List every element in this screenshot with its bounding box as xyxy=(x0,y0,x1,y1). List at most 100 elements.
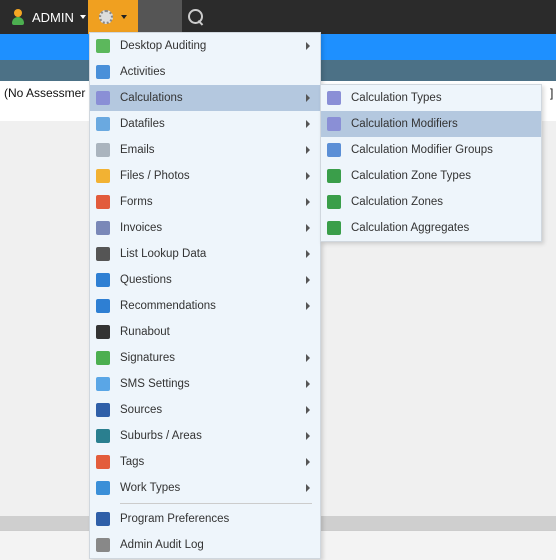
check-circle-icon xyxy=(96,39,110,53)
menu-item-label: Forms xyxy=(120,196,153,208)
chevron-right-icon xyxy=(306,354,310,362)
chevron-right-icon xyxy=(306,146,310,154)
hierarchy-icon xyxy=(96,481,110,495)
menu-item-label: Program Preferences xyxy=(120,513,230,525)
toolbar-spacer xyxy=(138,0,182,34)
submenu-item-label: Calculation Zone Types xyxy=(351,170,471,182)
settings-icon xyxy=(96,512,110,526)
search-icon[interactable] xyxy=(186,7,206,27)
chevron-right-icon xyxy=(306,484,310,492)
submenu-item-label: Calculation Modifier Groups xyxy=(351,144,493,156)
menu-item-calculations[interactable]: Calculations xyxy=(90,85,320,111)
menu-item-label: Signatures xyxy=(120,352,175,364)
menu-item-tags[interactable]: Tags xyxy=(90,449,320,475)
chat-icon xyxy=(96,377,110,391)
pin-icon xyxy=(96,429,110,443)
chevron-right-icon xyxy=(306,42,310,50)
top-toolbar: ADMIN xyxy=(0,0,556,34)
gear-icon xyxy=(96,247,110,261)
calculator-icon xyxy=(327,91,341,105)
folder-icon xyxy=(96,169,110,183)
chevron-right-icon xyxy=(306,458,310,466)
submenu-item-calculation-zone-types[interactable]: Calculation Zone Types xyxy=(321,163,541,189)
calculator-icon xyxy=(96,91,110,105)
submenu-item-label: Calculation Types xyxy=(351,92,442,104)
menu-item-label: Sources xyxy=(120,404,163,416)
chevron-right-icon xyxy=(306,250,310,258)
menu-item-label: Runabout xyxy=(120,326,170,338)
menu-item-runabout[interactable]: Runabout xyxy=(90,319,320,345)
menu-item-invoices[interactable]: Invoices xyxy=(90,215,320,241)
calculator-icon xyxy=(327,117,341,131)
admin-menu-button[interactable]: ADMIN xyxy=(0,0,88,34)
globe-icon xyxy=(327,195,341,209)
submenu-item-calculation-modifiers[interactable]: Calculation Modifiers xyxy=(321,111,541,137)
calculations-submenu: Calculation Types Calculation Modifiers Ca… xyxy=(320,84,542,242)
menu-item-label: Files / Photos xyxy=(120,170,190,182)
menu-item-sms-settings[interactable]: SMS Settings xyxy=(90,371,320,397)
chevron-right-icon xyxy=(306,380,310,388)
menu-item-label: Desktop Auditing xyxy=(120,40,207,52)
chevron-right-icon xyxy=(306,198,310,206)
submenu-item-calculation-modifier-groups[interactable]: Calculation Modifier Groups xyxy=(321,137,541,163)
chevron-right-icon xyxy=(306,120,310,128)
menu-item-program-preferences[interactable]: Program Preferences xyxy=(90,506,320,532)
menu-item-label: Emails xyxy=(120,144,155,156)
menu-item-recommendations[interactable]: Recommendations xyxy=(90,293,320,319)
assessment-text: (No Assessmer xyxy=(4,86,86,100)
menu-item-admin-audit-log[interactable]: Admin Audit Log xyxy=(90,532,320,558)
table-icon xyxy=(96,117,110,131)
menu-item-label: Suburbs / Areas xyxy=(120,430,202,442)
chevron-right-icon xyxy=(306,432,310,440)
gear-icon xyxy=(99,10,113,24)
invoice-icon xyxy=(96,221,110,235)
right-bracket-text: ] xyxy=(550,86,554,100)
menu-item-files-photos[interactable]: Files / Photos xyxy=(90,163,320,189)
menu-item-label: Questions xyxy=(120,274,172,286)
submenu-item-calculation-zones[interactable]: Calculation Zones xyxy=(321,189,541,215)
menu-item-emails[interactable]: Emails xyxy=(90,137,320,163)
menu-item-forms[interactable]: Forms xyxy=(90,189,320,215)
link-icon xyxy=(96,403,110,417)
menu-item-label: Work Types xyxy=(120,482,181,494)
menu-separator xyxy=(120,503,312,504)
chevron-right-icon xyxy=(306,172,310,180)
phone-icon xyxy=(96,325,110,339)
submenu-item-calculation-aggregates[interactable]: Calculation Aggregates xyxy=(321,215,541,241)
star-icon xyxy=(96,299,110,313)
menu-item-label: Recommendations xyxy=(120,300,216,312)
admin-label: ADMIN xyxy=(32,9,74,25)
menu-item-sources[interactable]: Sources xyxy=(90,397,320,423)
chevron-down-icon xyxy=(79,15,86,19)
settings-menu-button[interactable] xyxy=(88,0,138,34)
menu-item-label: Calculations xyxy=(120,92,183,104)
menu-item-signatures[interactable]: Signatures xyxy=(90,345,320,371)
globe-icon xyxy=(327,221,341,235)
menu-item-label: Invoices xyxy=(120,222,163,234)
menu-item-work-types[interactable]: Work Types xyxy=(90,475,320,501)
admin-dropdown-menu: Desktop Auditing Activities Calculations Da… xyxy=(89,32,321,559)
user-icon xyxy=(10,9,26,25)
chevron-right-icon xyxy=(306,302,310,310)
menu-item-list-lookup-data[interactable]: List Lookup Data xyxy=(90,241,320,267)
menu-item-suburbs-areas[interactable]: Suburbs / Areas xyxy=(90,423,320,449)
menu-item-questions[interactable]: Questions xyxy=(90,267,320,293)
chevron-right-icon xyxy=(306,224,310,232)
menu-item-datafiles[interactable]: Datafiles xyxy=(90,111,320,137)
menu-item-label: Tags xyxy=(120,456,145,468)
chevron-down-icon xyxy=(121,15,127,19)
menu-item-label: Admin Audit Log xyxy=(120,539,204,551)
question-icon xyxy=(96,273,110,287)
submenu-item-calculation-types[interactable]: Calculation Types xyxy=(321,85,541,111)
chevron-right-icon xyxy=(306,276,310,284)
menu-item-label: SMS Settings xyxy=(120,378,190,390)
globe-icon xyxy=(327,169,341,183)
submenu-item-label: Calculation Zones xyxy=(351,196,444,208)
grid-icon xyxy=(96,65,110,79)
menu-item-activities[interactable]: Activities xyxy=(90,59,320,85)
submenu-item-label: Calculation Modifiers xyxy=(351,118,458,130)
pen-icon xyxy=(96,351,110,365)
envelope-icon xyxy=(96,143,110,157)
menu-item-label: List Lookup Data xyxy=(120,248,207,260)
menu-item-desktop-auditing[interactable]: Desktop Auditing xyxy=(90,33,320,59)
